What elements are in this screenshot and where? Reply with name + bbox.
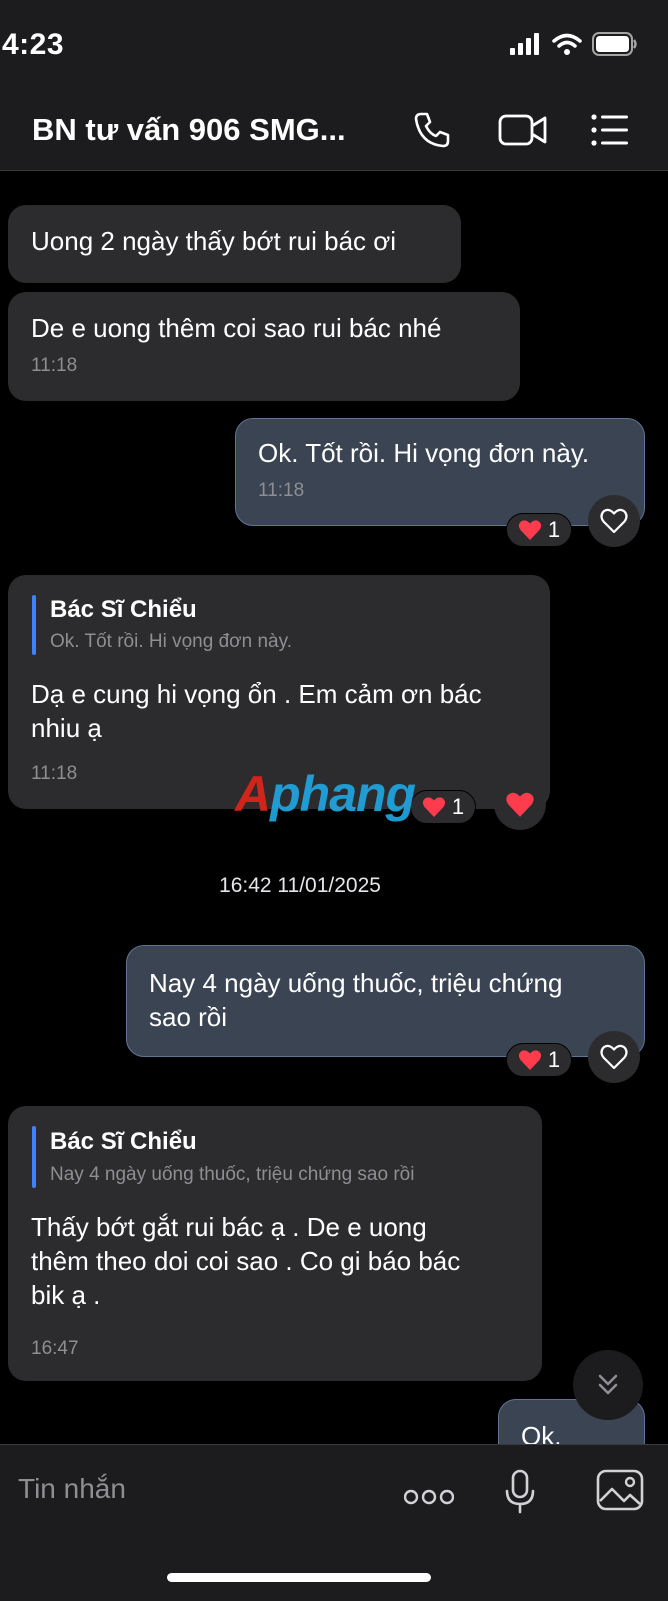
heart-outline-icon — [600, 508, 628, 534]
message-text-line: bik ạ . — [31, 1280, 101, 1310]
message-text-line: Dạ e cung hi vọng ổn . Em cảm ơn bác — [31, 679, 482, 709]
message-bubble-outgoing[interactable]: Nay 4 ngày uống thuốc, triệu chứng sao r… — [126, 945, 645, 1057]
react-button[interactable] — [588, 495, 640, 547]
heart-icon — [422, 797, 446, 817]
watermark-part1: A — [235, 766, 271, 822]
wifi-icon — [552, 33, 582, 55]
quote-text: Nay 4 ngày uống thuốc, triệu chứng sao r… — [50, 1164, 415, 1185]
quote-bar — [32, 1126, 36, 1188]
message-input[interactable]: Tin nhắn — [18, 1473, 126, 1505]
reaction-pill[interactable]: 1 — [506, 1043, 572, 1077]
message-time: 11:18 — [31, 763, 78, 784]
chat-title[interactable]: BN tư vấn 906 SMG... — [32, 112, 346, 148]
message-time: 11:18 — [258, 480, 305, 501]
message-text: Ok. Tốt rồi. Hi vọng đơn này. — [258, 438, 590, 468]
reaction-count: 1 — [451, 794, 465, 819]
reaction-count: 1 — [547, 517, 561, 542]
message-bubble-incoming[interactable]: De e uong thêm coi sao rui bác nhé 11:18 — [8, 292, 520, 401]
battery-icon — [592, 32, 637, 56]
message-text-line: nhiu ạ — [31, 713, 102, 743]
heart-icon — [518, 1050, 542, 1070]
chevrons-down-icon — [598, 1374, 618, 1395]
status-time: 4:23 — [2, 28, 65, 61]
message-text: Ok. — [521, 1421, 562, 1444]
date-separator: 16:42 11/01/2025 — [219, 874, 381, 897]
microphone-icon[interactable] — [504, 1469, 536, 1515]
image-icon[interactable] — [596, 1469, 644, 1511]
scroll-to-bottom-button[interactable] — [573, 1350, 643, 1420]
chat-header: BN tư vấn 906 SMG... — [0, 90, 668, 171]
heart-outline-icon — [600, 1044, 628, 1070]
heart-icon — [506, 792, 534, 817]
message-time: 11:18 — [31, 355, 78, 376]
quote-sender: Bác Sĩ Chiểu — [50, 1128, 197, 1155]
quote-sender: Bác Sĩ Chiểu — [50, 596, 197, 623]
message-text: Uong 2 ngày thấy bớt rui bác ơi — [31, 226, 397, 256]
message-text-line: Thấy bớt gắt rui bác ạ . De e uong — [31, 1212, 427, 1242]
message-composer: Tin nhắn — [0, 1444, 668, 1601]
signal-icon — [510, 33, 539, 55]
message-time: 16:47 — [31, 1338, 79, 1359]
react-button[interactable] — [494, 778, 546, 830]
message-text-line: sao rồi — [149, 1002, 228, 1032]
reaction-pill[interactable]: 1 — [506, 513, 572, 547]
status-bar: 4:23 — [0, 0, 668, 90]
message-text-line: thêm theo doi coi sao . Co gi báo bác — [31, 1246, 461, 1276]
message-text-line: Nay 4 ngày uống thuốc, triệu chứng — [149, 968, 563, 998]
video-icon[interactable] — [498, 110, 548, 150]
more-icon[interactable] — [404, 1487, 454, 1507]
react-button[interactable] — [588, 1031, 640, 1083]
reaction-count: 1 — [547, 1047, 561, 1072]
reaction-pill[interactable]: 1 — [410, 790, 476, 824]
quote-text: Ok. Tốt rồi. Hi vọng đơn này. — [50, 631, 292, 652]
message-bubble-outgoing[interactable]: Ok. Tốt rồi. Hi vọng đơn này. 11:18 — [235, 418, 645, 526]
message-text: De e uong thêm coi sao rui bác nhé — [31, 313, 442, 343]
home-indicator — [167, 1573, 431, 1582]
watermark-part2: phang — [270, 766, 416, 822]
message-bubble-incoming[interactable]: Bác Sĩ Chiểu Nay 4 ngày uống thuốc, triệ… — [8, 1106, 542, 1381]
quote-bar — [32, 595, 36, 655]
phone-icon[interactable] — [412, 110, 452, 150]
menu-icon[interactable] — [590, 112, 630, 148]
heart-icon — [518, 520, 542, 540]
watermark-logo: Aphang — [235, 765, 416, 823]
message-bubble-incoming[interactable]: Uong 2 ngày thấy bớt rui bác ơi — [8, 205, 461, 283]
